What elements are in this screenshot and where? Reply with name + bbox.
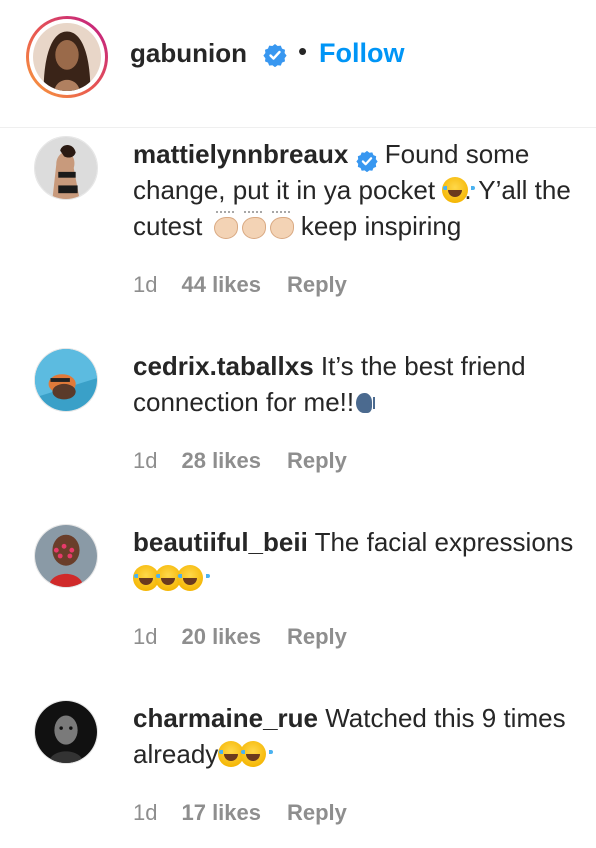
comment-username[interactable]: beautiiful_beii xyxy=(133,527,308,557)
header-username[interactable]: gabunion xyxy=(130,38,247,69)
comment-likes[interactable]: 17 likes xyxy=(181,800,261,826)
comment-username[interactable]: cedrix.taballxs xyxy=(133,351,314,381)
clapping-hands-icon xyxy=(266,211,296,239)
comment-text: cedrix.taballxs It’s the best friend con… xyxy=(133,348,583,420)
verified-badge-icon xyxy=(355,145,378,173)
comment-body: keep inspiring xyxy=(300,211,462,241)
comment-item: beautiiful_beii The facial expressions 1… xyxy=(0,516,596,686)
comment-meta: 1d 28 likes Reply xyxy=(133,448,347,474)
avatar[interactable] xyxy=(34,348,98,412)
speaking-head-icon xyxy=(354,389,382,415)
clapping-hands-icon xyxy=(238,211,268,239)
reply-button[interactable]: Reply xyxy=(287,448,347,474)
comment-username[interactable]: charmaine_rue xyxy=(133,703,318,733)
comment-likes[interactable]: 44 likes xyxy=(181,272,261,298)
reply-button[interactable]: Reply xyxy=(287,800,347,826)
comment-text: beautiiful_beii The facial expressions xyxy=(133,524,583,596)
reply-button[interactable]: Reply xyxy=(287,624,347,650)
comment-item: mattielynnbreaux Found some change, put … xyxy=(0,128,596,328)
comment-item: charmaine_rue Watched this 9 times alrea… xyxy=(0,692,596,848)
post-header: gabunion • Follow xyxy=(0,0,596,128)
verified-badge-icon xyxy=(263,43,287,68)
avatar[interactable] xyxy=(34,524,98,588)
comments-panel: gabunion • Follow mattielynnbreaux Found… xyxy=(0,0,596,848)
comment-item: cedrix.taballxs It’s the best friend con… xyxy=(0,340,596,510)
reply-button[interactable]: Reply xyxy=(287,272,347,298)
clapping-hands-icon xyxy=(210,211,240,239)
face-with-tears-of-joy-icon xyxy=(240,741,274,767)
comment-likes[interactable]: 20 likes xyxy=(181,624,261,650)
avatar[interactable] xyxy=(34,136,98,200)
avatar[interactable] xyxy=(34,700,98,764)
comment-meta: 1d 20 likes Reply xyxy=(133,624,347,650)
follow-button[interactable]: Follow xyxy=(319,38,404,69)
comment-timestamp[interactable]: 1d xyxy=(133,448,157,474)
comment-timestamp[interactable]: 1d xyxy=(133,800,157,826)
comment-text: charmaine_rue Watched this 9 times alrea… xyxy=(133,700,583,772)
comment-timestamp[interactable]: 1d xyxy=(133,272,157,298)
story-ring[interactable] xyxy=(26,16,108,98)
comment-username[interactable]: mattielynnbreaux xyxy=(133,139,348,169)
comment-body: The facial expressions xyxy=(314,527,574,557)
comment-meta: 1d 17 likes Reply xyxy=(133,800,347,826)
comment-likes[interactable]: 28 likes xyxy=(181,448,261,474)
comment-text: mattielynnbreaux Found some change, put … xyxy=(133,136,583,244)
comment-meta: 1d 44 likes Reply xyxy=(133,272,347,298)
comment-timestamp[interactable]: 1d xyxy=(133,624,157,650)
avatar[interactable] xyxy=(33,23,101,91)
separator-dot: • xyxy=(298,36,308,66)
face-with-tears-of-joy-icon xyxy=(177,565,210,591)
